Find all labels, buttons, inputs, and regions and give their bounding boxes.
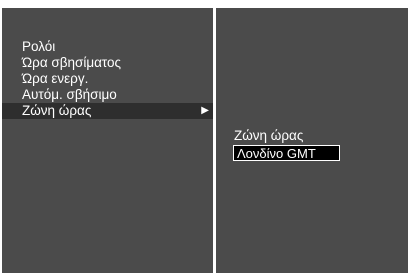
- menu-item-clock[interactable]: Ρολόι: [2, 39, 213, 55]
- menu-item-off-time[interactable]: Ώρα σβησίματος: [2, 55, 213, 71]
- tv-menu-screen: Ρολόι Ώρα σβησίματος Ώρα ενεργ. Αυτόμ. σ…: [0, 0, 410, 279]
- menu-item-label: Ώρα σβησίματος: [22, 55, 122, 70]
- submenu-arrow-icon: ▶: [201, 105, 209, 116]
- menu-item-label: Ώρα ενεργ.: [22, 71, 89, 86]
- submenu-title: Ζώνη ώρας: [234, 128, 304, 143]
- menu-item-label: Ζώνη ώρας: [22, 103, 92, 118]
- menu-item-on-time[interactable]: Ώρα ενεργ.: [2, 71, 213, 87]
- submenu-panel: Ζώνη ώρας Λονδίνο GMT: [216, 8, 408, 273]
- menu-item-time-zone[interactable]: Ζώνη ώρας ▶: [2, 103, 213, 119]
- time-zone-selector[interactable]: Λονδίνο GMT: [233, 145, 340, 161]
- menu-item-label: Ρολόι: [22, 39, 56, 54]
- menu-item-label: Αυτόμ. σβήσιμο: [22, 87, 117, 102]
- main-menu-panel: Ρολόι Ώρα σβησίματος Ώρα ενεργ. Αυτόμ. σ…: [2, 8, 213, 273]
- menu-item-auto-sleep[interactable]: Αυτόμ. σβήσιμο: [2, 87, 213, 103]
- main-menu-list: Ρολόι Ώρα σβησίματος Ώρα ενεργ. Αυτόμ. σ…: [2, 39, 213, 119]
